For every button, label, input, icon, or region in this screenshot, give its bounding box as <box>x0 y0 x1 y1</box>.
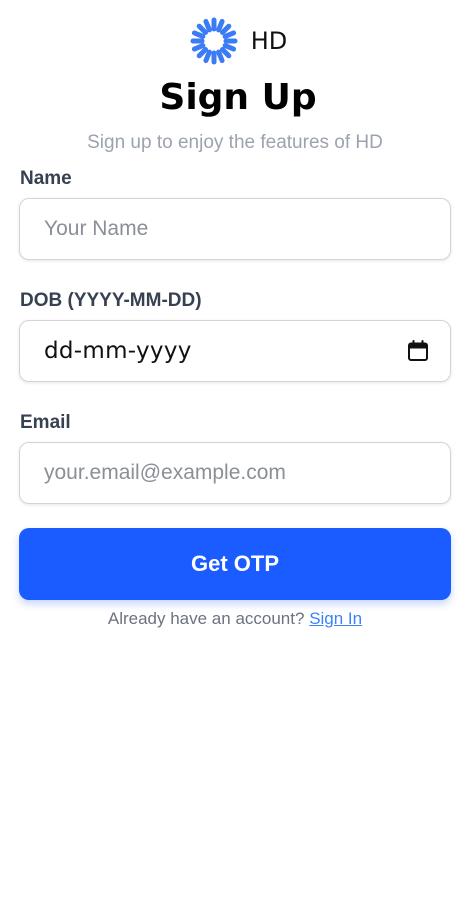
page-title: Sign Up <box>159 77 317 118</box>
sunburst-logo-icon <box>190 17 238 65</box>
brand-header: HD <box>0 16 476 66</box>
page-subtitle: Sign up to enjoy the features of HD <box>87 132 383 153</box>
email-label: Email <box>20 412 71 433</box>
signup-page: HD Sign Up Sign up to enjoy the features… <box>0 0 476 916</box>
name-field-box <box>19 198 451 260</box>
calendar-icon[interactable] <box>406 339 430 363</box>
signin-prompt: Already have an account? Sign In <box>0 607 470 631</box>
dob-field[interactable]: dd-mm-yyyy <box>19 320 451 382</box>
sign-in-link[interactable]: Sign In <box>309 609 362 628</box>
get-otp-button[interactable]: Get OTP <box>19 528 451 600</box>
email-input[interactable] <box>44 461 426 485</box>
email-field-box <box>19 442 451 504</box>
dob-input-value[interactable]: dd-mm-yyyy <box>44 338 406 364</box>
dob-label: DOB (YYYY-MM-DD) <box>20 290 202 311</box>
name-label: Name <box>20 168 72 189</box>
signin-prompt-text: Already have an account? <box>107 609 305 628</box>
name-input[interactable] <box>44 217 426 241</box>
brand-name: HD <box>250 27 288 55</box>
